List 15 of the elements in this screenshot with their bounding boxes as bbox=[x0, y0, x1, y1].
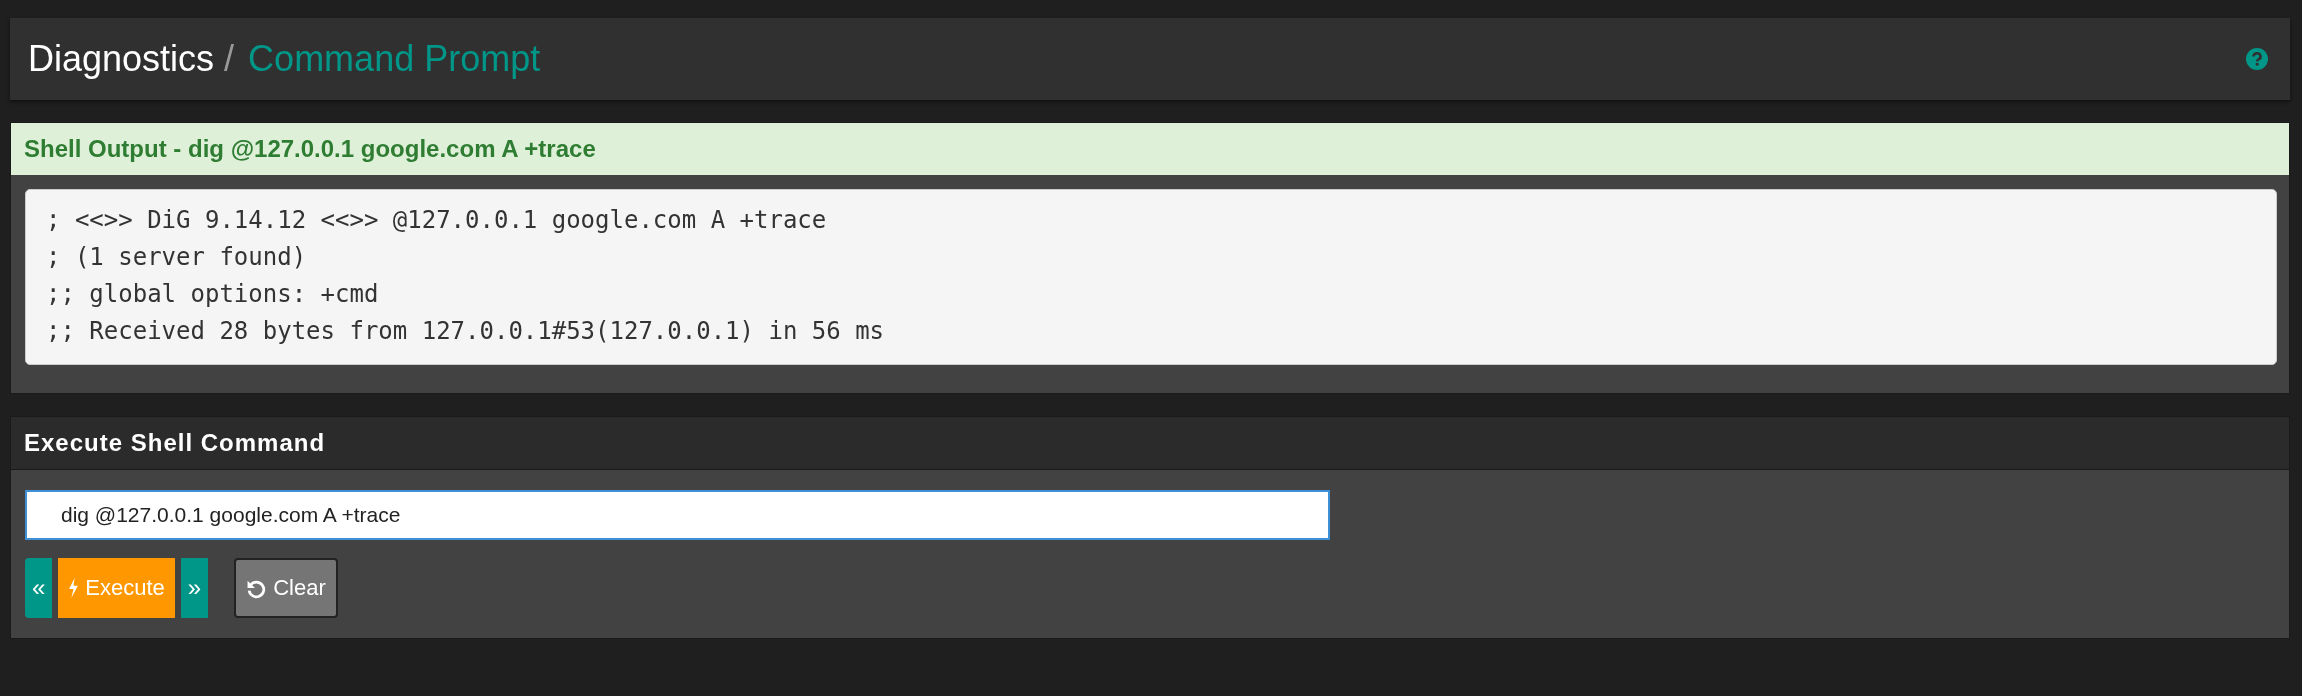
lightning-icon bbox=[68, 578, 80, 598]
output-line: ;; global options: +cmd bbox=[46, 279, 380, 310]
previous-button[interactable]: « bbox=[25, 558, 53, 618]
output-line: ; <<>> DiG 9.14.12 <<>> @127.0.0.1 google.com A +trace bbox=[46, 205, 828, 236]
output-line: ; (1 server found) bbox=[46, 242, 308, 273]
panel-title: Shell Output - dig @127.0.0.1 google.com A +trace bbox=[24, 135, 596, 163]
breadcrumb-separator: / bbox=[224, 38, 235, 80]
panel-title: Execute Shell Command bbox=[24, 429, 326, 457]
help-icon[interactable] bbox=[2246, 48, 2268, 70]
clear-button[interactable]: Clear bbox=[234, 558, 338, 618]
breadcrumb-link[interactable]: Diagnostics bbox=[28, 38, 215, 80]
command-field[interactable]: dig @127.0.0.1 google.com A +trace bbox=[25, 490, 1330, 540]
page-title: Command Prompt bbox=[248, 38, 541, 80]
next-button[interactable]: » bbox=[180, 558, 209, 618]
output-line: ;; Received 28 bytes from 127.0.0.1#53(127.0.0.1) in 56 ms bbox=[46, 316, 886, 347]
